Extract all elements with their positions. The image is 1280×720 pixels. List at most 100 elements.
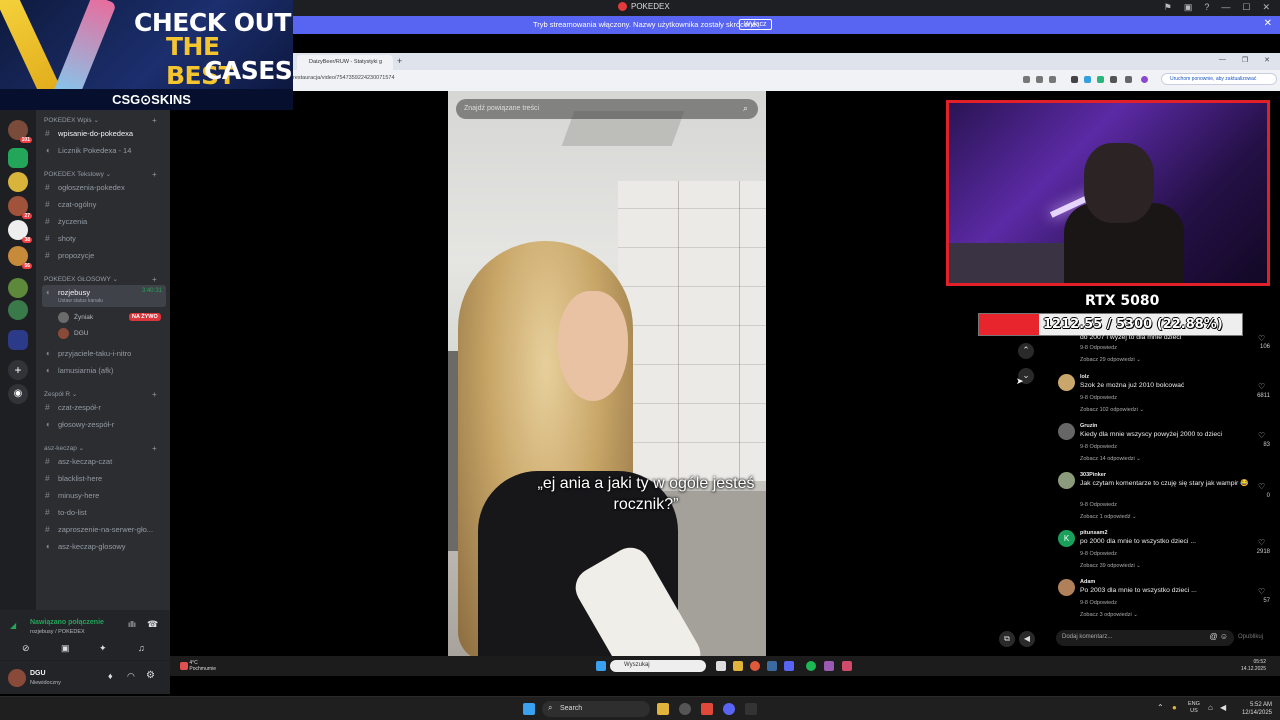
server-icon[interactable]: 38 [8, 220, 32, 243]
profile-avatar[interactable] [1141, 76, 1148, 83]
language-indicator[interactable]: ENG US [1188, 701, 1200, 715]
previous-video-button[interactable]: ⌃ [1018, 343, 1034, 359]
channel-ogloszenia[interactable]: # ogłoszenia-pokedex [42, 180, 166, 195]
inbox-icon[interactable]: ▣ [1184, 2, 1193, 13]
comment-username[interactable]: Gruzin [1080, 423, 1097, 429]
add-server-icon[interactable]: + [8, 360, 28, 380]
brave-browser-icon[interactable] [701, 703, 713, 715]
server-icon[interactable]: 56 [8, 246, 32, 269]
disable-streaming-button[interactable]: Wyłącz [739, 19, 772, 30]
channel-propozycje[interactable]: # propozycje [42, 248, 166, 263]
close-button[interactable]: ✕ [1262, 2, 1270, 13]
server-icon[interactable] [8, 172, 28, 192]
browser-tab[interactable]: DaizyBeer/RUW - Statystyki g [297, 55, 393, 70]
add-channel-icon[interactable]: + [152, 444, 157, 453]
pip-icon[interactable]: ⧉ [999, 631, 1015, 647]
channel-asz-keczap-glosowy[interactable]: ◖ asz-keczap-glosowy [42, 539, 166, 554]
headphones-icon[interactable]: ◠ [127, 671, 135, 682]
extension-icon[interactable] [1084, 76, 1091, 83]
windows-start-icon[interactable] [596, 661, 606, 671]
obs-icon[interactable] [745, 703, 757, 715]
app-icon[interactable] [824, 661, 834, 671]
add-channel-icon[interactable]: + [152, 170, 157, 179]
heart-icon[interactable]: ♡ [1258, 482, 1265, 491]
heart-icon[interactable]: ♡ [1258, 382, 1265, 391]
channel-czat-zespol-r[interactable]: # czat-zespół-r [42, 400, 166, 415]
inner-clock[interactable]: 05:52 14.12.2025 [1241, 659, 1266, 673]
discord-icon[interactable] [723, 703, 735, 715]
spotify-icon[interactable] [806, 661, 816, 671]
voice-user[interactable]: DGU [58, 328, 88, 339]
extension-icon[interactable] [1110, 76, 1117, 83]
view-replies[interactable]: Zobacz 29 odpowiedzi ⌄ [1080, 357, 1141, 363]
relaunch-to-update-button[interactable]: Uruchom ponownie, aby zaktualizować [1161, 73, 1277, 85]
channel-to-do-list[interactable]: # to-do-list [42, 505, 166, 520]
channel-shoty[interactable]: # shoty [42, 231, 166, 246]
app-icon[interactable] [679, 703, 691, 715]
volume-icon[interactable]: ◀ [1220, 703, 1226, 712]
heart-icon[interactable]: ♡ [1258, 587, 1265, 596]
close-banner-icon[interactable]: ✕ [1264, 18, 1272, 29]
voice-channel-rozjebusy[interactable]: ◖ rozjebusy 3:40:31 Ustaw status kanału [42, 285, 166, 307]
cast-icon[interactable] [1023, 76, 1030, 83]
avatar[interactable] [8, 669, 26, 687]
translate-icon[interactable] [1036, 76, 1043, 83]
network-icon[interactable]: ⌂ [1208, 703, 1213, 712]
comment-meta[interactable]: 9-8 Odpowiedz [1080, 444, 1117, 450]
view-replies[interactable]: Zobacz 14 odpowiedzi ⌄ [1080, 456, 1141, 462]
extensions-puzzle-icon[interactable] [1125, 76, 1132, 83]
pin-icon[interactable]: ⚑ [1164, 2, 1172, 13]
avatar[interactable] [1058, 423, 1075, 440]
screen-share-icon[interactable]: ▣ [61, 643, 70, 654]
bookmark-star-icon[interactable] [1049, 76, 1056, 83]
related-content-search[interactable]: Znajdź powiązane treści ⌕ [456, 99, 758, 119]
server-icon[interactable] [8, 148, 28, 168]
add-channel-icon[interactable]: + [152, 390, 157, 399]
category-zespol-r[interactable]: Zespół R ⌄ + [44, 390, 157, 399]
avatar[interactable] [1058, 579, 1075, 596]
add-channel-icon[interactable]: + [152, 116, 157, 125]
server-icon[interactable] [8, 300, 28, 320]
maximize-button[interactable]: ☐ [1242, 2, 1250, 13]
tray-app-icon[interactable]: ● [1172, 703, 1177, 712]
steam-icon[interactable] [767, 661, 777, 671]
search-icon[interactable]: ⌕ [743, 103, 748, 114]
channel-status[interactable]: Ustaw status kanału [58, 298, 103, 304]
comment-username[interactable]: pitunsam2 [1080, 530, 1108, 536]
server-icon[interactable]: 27 [8, 196, 32, 219]
comment-username[interactable]: Adam [1080, 579, 1095, 585]
category-pokedex-wpis[interactable]: POKEDEX Wpis ⌄ + [44, 116, 157, 125]
channel-asz-keczap-czat[interactable]: # asz-keczap-czat [42, 454, 166, 469]
comment-meta[interactable]: 9-8 Odpowiedz [1080, 502, 1117, 508]
minimize-button[interactable]: — [1221, 2, 1230, 13]
microphone-icon[interactable]: ♦ [108, 671, 113, 681]
chrome-icon[interactable] [750, 661, 760, 671]
post-comment-button[interactable]: Opublikuj [1238, 634, 1263, 640]
channel-zyczenia[interactable]: # życzenia [42, 214, 166, 229]
close-button[interactable]: ✕ [1264, 56, 1270, 64]
address-bar[interactable]: restauracja/video/7547359224230071574 [293, 75, 395, 81]
taskbar-search[interactable]: ⌕ Search [542, 701, 650, 717]
channel-czat-ogolny[interactable]: # czat-ogólny [42, 197, 166, 212]
inner-taskbar-search[interactable]: Wyszukaj [610, 660, 706, 672]
channel-licznik[interactable]: ◖ Licznik Pokedexa - 14 [42, 143, 166, 158]
channel-glosowy-zespol-r[interactable]: ◖ głosowy-zespół-r [42, 417, 166, 432]
view-replies[interactable]: Zobacz 39 odpowiedzi ⌄ [1080, 563, 1141, 569]
server-icon[interactable]: 101 [8, 120, 32, 143]
settings-gear-icon[interactable]: ⚙ [146, 670, 155, 681]
category-asz-keczap[interactable]: asz-keczap ⌄ + [44, 444, 157, 453]
category-pokedex-glosowy[interactable]: POKEDEX GŁOSOWY ⌄ + [44, 275, 157, 284]
category-pokedex-tekstowy[interactable]: POKEDEX Tekstowy ⌄ + [44, 170, 157, 179]
disconnect-icon[interactable]: ☎ [147, 619, 158, 630]
heart-icon[interactable]: ♡ [1258, 431, 1265, 440]
view-replies[interactable]: Zobacz 3 odpowiedzi ⌄ [1080, 612, 1138, 618]
extension-icon[interactable] [1097, 76, 1104, 83]
channel-lamusiarnia[interactable]: ◖ lamusiarnia (afk) [42, 363, 166, 378]
comment-meta[interactable]: 9-8 Odpowiedz [1080, 395, 1117, 401]
view-replies[interactable]: Zobacz 1 odpowiedź ⌄ [1080, 514, 1137, 520]
minimize-button[interactable]: — [1219, 56, 1226, 64]
add-channel-icon[interactable]: + [152, 275, 157, 284]
comment-meta[interactable]: 9-8 Odpowiedz [1080, 551, 1117, 557]
soundboard-icon[interactable]: ♫ [138, 643, 145, 653]
discord-icon[interactable] [784, 661, 794, 671]
